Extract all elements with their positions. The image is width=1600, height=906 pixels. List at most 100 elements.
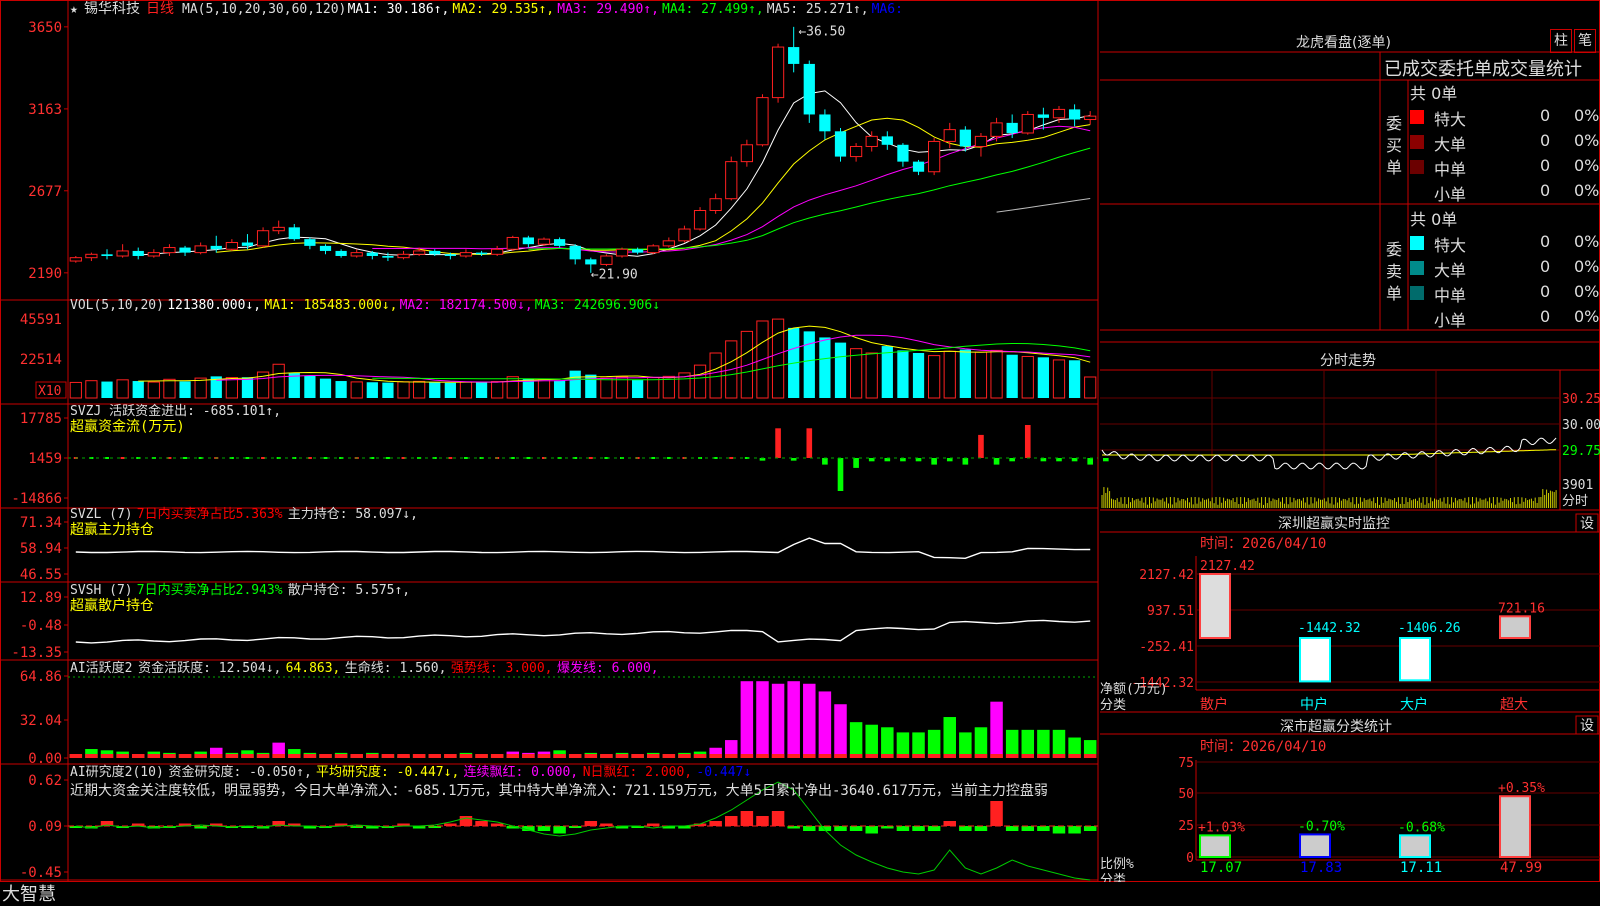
candle-body-up xyxy=(600,255,613,265)
candle-body-down xyxy=(429,250,441,255)
candle-body-up xyxy=(725,161,738,200)
ai-act-legend-item: 强势线: 3.000, xyxy=(451,660,553,676)
ai-act-base xyxy=(350,754,363,758)
bar-mode-button[interactable]: 柱 xyxy=(1550,29,1572,53)
ai-act-base xyxy=(1052,754,1066,758)
ai-act-base xyxy=(256,754,270,758)
low-marker: ←21.90 xyxy=(591,268,638,283)
ai-act-base xyxy=(225,754,239,758)
ai-res-bar xyxy=(1021,826,1035,831)
ai-res-bar xyxy=(974,826,988,831)
ai-act-bar xyxy=(787,681,800,758)
svsh-legend-item: 散户持仓: 5.575↑, xyxy=(288,582,410,598)
order-pct: 0% xyxy=(1574,307,1600,326)
ai-act-base xyxy=(272,754,285,758)
candle-body-down xyxy=(335,250,347,256)
candle-body-up xyxy=(943,129,956,142)
ai-res-bar xyxy=(1005,826,1019,831)
tick-mode-button[interactable]: 笔 xyxy=(1574,29,1596,53)
volume-bar-down xyxy=(1006,354,1018,398)
ai-res-bar xyxy=(990,801,1003,826)
volume-bar-up xyxy=(459,381,473,399)
volume-bar-down xyxy=(335,381,347,398)
ma-legend-item: MA2: 29.535↑, xyxy=(452,2,554,17)
svzl-legend-item: 主力持仓: 58.097↓, xyxy=(288,507,418,522)
candle-body-up xyxy=(459,252,473,257)
volume-bar-up xyxy=(491,381,504,399)
candle-body-up xyxy=(662,240,675,247)
candle-body-down xyxy=(132,250,144,256)
volume-bar-up xyxy=(1021,355,1034,399)
ai-act-base xyxy=(334,754,348,758)
svsh-legend-item: SVSH (7) xyxy=(70,583,133,598)
volume-bar-down xyxy=(585,374,597,398)
ai-act-base xyxy=(865,754,878,758)
svsh-axis-tick: 12.89 xyxy=(20,590,62,606)
order-size-label: 大单 xyxy=(1434,261,1467,280)
ai-act-base xyxy=(147,754,161,758)
ai-act-base xyxy=(490,754,504,758)
svzj-bar xyxy=(385,457,390,459)
ai_res-axis-tick: 0.62 xyxy=(28,773,62,789)
ai-act-base xyxy=(131,754,145,758)
ai-res-bar xyxy=(927,826,941,831)
candle-body-down xyxy=(101,254,113,256)
ai-act-base xyxy=(163,754,176,758)
volume-bar-up xyxy=(163,378,176,399)
vol-ma10-line xyxy=(216,334,1091,383)
candle-body-down xyxy=(553,239,566,246)
order-color-swatch xyxy=(1410,110,1424,124)
vol-unit: X10 xyxy=(38,384,61,399)
ai-res-bar xyxy=(865,826,878,834)
right-panel: 龙虎看盘(逐单) 柱 笔 已成交委托单成交量统计 共 0单委买单特大 0 0% 大单 0… xyxy=(1100,0,1600,900)
svzj-bar xyxy=(837,458,844,491)
ai_res-axis-tick: -0.45 xyxy=(20,865,62,881)
ai-res-bar xyxy=(709,821,722,826)
order-size-label: 特大 xyxy=(1434,110,1467,129)
ai-act-bar xyxy=(1021,729,1035,758)
volume-bar-down xyxy=(569,370,581,398)
volume-bar-up xyxy=(116,379,129,399)
volume-bar-down xyxy=(429,382,441,398)
ma-legend-item: MA1: 30.186↑, xyxy=(348,2,450,17)
candle-body-down xyxy=(632,249,644,253)
volume-bar-up xyxy=(147,381,160,399)
ai-act-base xyxy=(194,754,207,758)
volume-bar-up xyxy=(272,363,285,399)
price-axis-tick: 2190 xyxy=(28,266,62,282)
volume-bar-up xyxy=(194,377,207,399)
ai-act-base xyxy=(319,754,332,758)
ai-act-base xyxy=(444,754,457,758)
candle-body-down xyxy=(522,237,534,245)
ai-act-bar xyxy=(818,691,832,758)
volume-bar-up xyxy=(397,381,410,399)
candle-body-up xyxy=(397,253,410,259)
candle-body-up xyxy=(506,236,519,250)
volume-bar-up xyxy=(537,378,551,399)
volume-bar-up xyxy=(928,355,941,399)
ai-act-base xyxy=(756,754,769,758)
svzl-legend-item: 7日内买卖净占比5.363% xyxy=(137,506,283,522)
ai-res-legend-item: N日飘红: 2.000, xyxy=(583,764,692,780)
order-count: 0 xyxy=(1540,257,1551,276)
candle-body-down xyxy=(288,227,300,240)
ai-act-base xyxy=(834,754,847,758)
vol-axis-tick: 45591 xyxy=(20,312,62,328)
svzj-axis-tick: -14866 xyxy=(11,491,62,507)
candle-body-up xyxy=(928,140,941,173)
svzj-legend-item: SVZJ 活跃资金进出: -685.101↑, xyxy=(70,403,281,419)
ai-res-bar xyxy=(537,826,551,831)
ai-act-legend-item: 资金活跃度: 12.504↓, xyxy=(138,660,281,676)
ai-act-base xyxy=(771,754,785,758)
candle-body-up xyxy=(116,250,129,257)
ai-act-bar xyxy=(740,681,754,758)
candle-body-down xyxy=(241,242,254,246)
ai-act-bar xyxy=(849,722,863,758)
ai_act-axis-tick: 64.86 xyxy=(20,669,62,685)
side-label-char: 单 xyxy=(1386,284,1403,303)
ai-res-legend-item: 资金研究度: -0.050↑, xyxy=(169,764,312,780)
volume-bar-down xyxy=(319,378,332,398)
svsh-line xyxy=(75,619,1091,644)
ai-act-base xyxy=(522,754,535,758)
svsh-axis-tick: -0.48 xyxy=(20,618,62,634)
